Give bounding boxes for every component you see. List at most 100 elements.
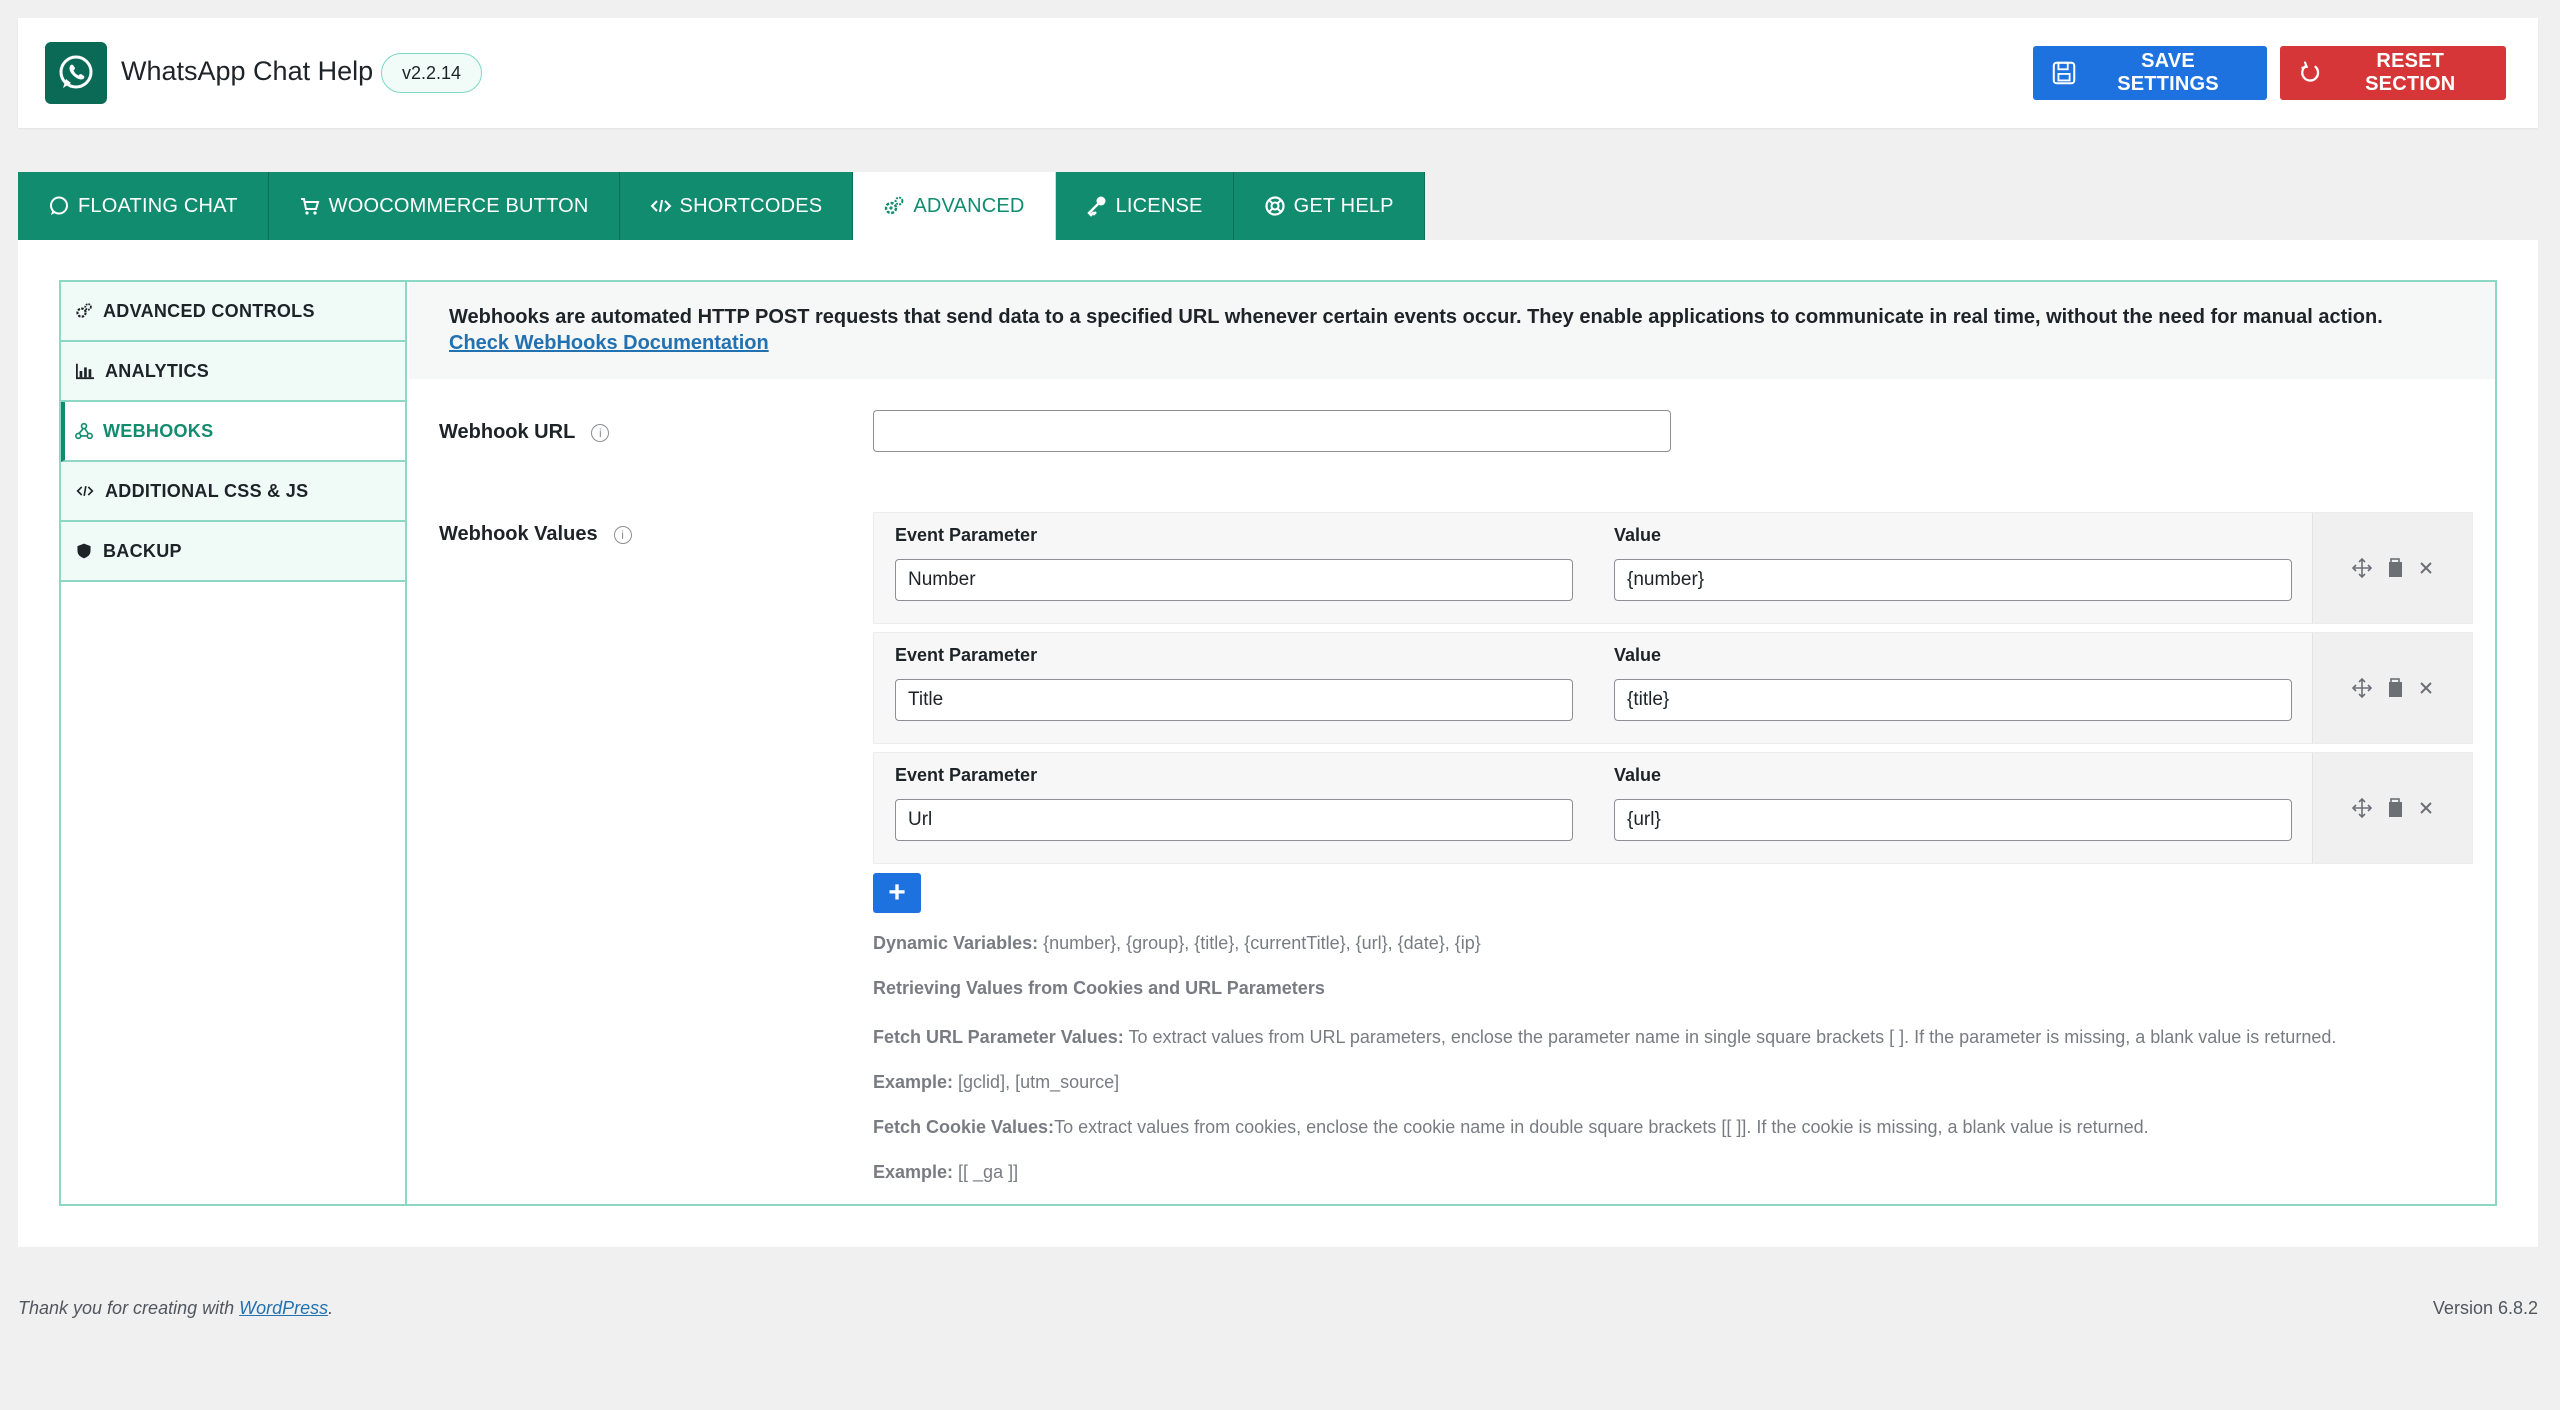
webhook-url-label-group: Webhook URL i: [439, 421, 610, 444]
whatsapp-icon: [50, 196, 68, 215]
retrieving-values-title: Retrieving Values from Cookies and URL P…: [873, 978, 1325, 998]
value-input[interactable]: {url}: [1614, 799, 2292, 841]
settings-inner-box: ADVANCED CONTROLS ANALYTICS WEBHOOKS ADD…: [59, 280, 2497, 1206]
close-icon[interactable]: [2418, 560, 2434, 576]
example-url-help: Example: [gclid], [utm_source]: [873, 1072, 1119, 1093]
tab-label: ADVANCED: [913, 194, 1025, 217]
sidebar-item-backup[interactable]: BACKUP: [61, 522, 405, 582]
webhook-value-row: Event Parameter Title Value {title}: [873, 632, 2473, 744]
main-tabs: FLOATING CHAT WOOCOMMERCE BUTTON SHORTCO…: [18, 172, 1425, 240]
info-icon[interactable]: i: [613, 525, 632, 544]
fetch-url-label: Fetch URL Parameter Values:: [873, 1027, 1124, 1047]
shield-icon: [77, 543, 91, 559]
webhook-values-rows: Event Parameter Number Value {number} Ev…: [873, 512, 2473, 872]
event-parameter-input[interactable]: Url: [895, 799, 1573, 841]
webhook-url-label: Webhook URL: [439, 421, 576, 443]
lifebuoy-icon: [1264, 196, 1285, 216]
chart-icon: [76, 363, 94, 380]
value-label: Value: [1614, 525, 1662, 545]
footer-period: .: [328, 1298, 334, 1318]
tab-floating-chat[interactable]: FLOATING CHAT: [18, 172, 269, 240]
event-parameter-label: Event Parameter: [895, 645, 1038, 665]
documentation-link[interactable]: Check WebHooks Documentation: [449, 332, 769, 354]
gears-icon: [885, 196, 904, 215]
row-actions: [2312, 753, 2472, 863]
wordpress-link[interactable]: WordPress: [239, 1298, 328, 1318]
sidebar-item-additional-css-js[interactable]: ADDITIONAL CSS & JS: [61, 462, 405, 522]
sidebar-item-label: ANALYTICS: [105, 360, 210, 381]
plugin-header: WhatsApp Chat Help v2.2.14 SAVE SETTINGS…: [18, 18, 2538, 128]
example-cookie-help: Example: [[ _ga ]]: [873, 1162, 1018, 1183]
version-badge: v2.2.14: [381, 53, 483, 93]
sidebar-item-label: BACKUP: [103, 540, 182, 561]
sidebar-item-label: ADDITIONAL CSS & JS: [105, 480, 309, 501]
dynamic-variables-text: {number}, {group}, {title}, {currentTitl…: [1038, 933, 1481, 953]
webhook-url-input[interactable]: [873, 410, 1671, 452]
event-parameter-input[interactable]: Title: [895, 679, 1573, 721]
key-icon: [1086, 196, 1106, 217]
sidebar-item-webhooks[interactable]: WEBHOOKS: [61, 402, 405, 462]
reset-icon: [2301, 61, 2320, 82]
move-icon[interactable]: [2351, 558, 2372, 578]
save-icon: [2052, 61, 2076, 85]
tab-get-help[interactable]: GET HELP: [1233, 172, 1425, 240]
event-parameter-input[interactable]: Number: [895, 559, 1573, 601]
fetch-cookie-label: Fetch Cookie Values:: [873, 1117, 1055, 1137]
advanced-sidebar: ADVANCED CONTROLS ANALYTICS WEBHOOKS ADD…: [61, 282, 407, 1204]
webhook-values-label: Webhook Values: [439, 523, 598, 545]
reset-section-label: RESET SECTION: [2365, 50, 2456, 95]
example-label: Example:: [873, 1072, 954, 1092]
webhook-value-row: Event Parameter Number Value {number}: [873, 512, 2473, 624]
fetch-url-help: Fetch URL Parameter Values: To extract v…: [873, 1027, 2336, 1048]
tab-label: GET HELP: [1293, 194, 1394, 217]
value-input[interactable]: {title}: [1614, 679, 2292, 721]
whatsapp-logo-icon: [45, 42, 107, 104]
code-icon: [76, 485, 94, 497]
duplicate-icon[interactable]: [2386, 558, 2404, 578]
event-parameter-label: Event Parameter: [895, 525, 1038, 545]
move-icon[interactable]: [2351, 798, 2372, 818]
webhooks-notice: Webhooks are automated HTTP POST request…: [409, 282, 2495, 379]
info-icon[interactable]: i: [591, 423, 610, 442]
close-icon[interactable]: [2418, 680, 2434, 696]
close-icon[interactable]: [2418, 800, 2434, 816]
example-label: Example:: [873, 1162, 954, 1182]
row-actions: [2312, 633, 2472, 743]
tab-label: WOOCOMMERCE BUTTON: [328, 194, 589, 217]
value-label: Value: [1614, 645, 1662, 665]
webhook-value-row: Event Parameter Url Value {url}: [873, 752, 2473, 864]
settings-panel: ADVANCED CONTROLS ANALYTICS WEBHOOKS ADD…: [18, 240, 2538, 1247]
webhook-icon: [75, 422, 93, 440]
tab-woocommerce-button[interactable]: WOOCOMMERCE BUTTON: [268, 172, 620, 240]
sidebar-item-advanced-controls[interactable]: ADVANCED CONTROLS: [61, 282, 405, 342]
app-title: WhatsApp Chat Help: [121, 56, 374, 86]
notice-text: Webhooks are automated HTTP POST request…: [449, 306, 2383, 328]
save-settings-label: SAVE SETTINGS: [2117, 50, 2219, 95]
duplicate-icon[interactable]: [2386, 798, 2404, 818]
value-label: Value: [1614, 765, 1662, 785]
footer-thanks-text: Thank you for creating with: [18, 1298, 240, 1318]
tab-shortcodes[interactable]: SHORTCODES: [619, 172, 854, 240]
example-cookie-text: [[ _ga ]]: [953, 1162, 1019, 1182]
example-url-text: [gclid], [utm_source]: [953, 1072, 1120, 1092]
tab-label: LICENSE: [1115, 194, 1203, 217]
webhooks-content: Webhooks are automated HTTP POST request…: [409, 282, 2495, 1204]
value-input[interactable]: {number}: [1614, 559, 2292, 601]
add-row-button[interactable]: +: [873, 873, 921, 913]
sidebar-item-analytics[interactable]: ANALYTICS: [61, 342, 405, 402]
save-settings-button[interactable]: SAVE SETTINGS: [2033, 46, 2267, 100]
reset-section-button[interactable]: RESET SECTION: [2280, 46, 2506, 100]
tab-label: SHORTCODES: [679, 194, 823, 217]
duplicate-icon[interactable]: [2386, 678, 2404, 698]
event-parameter-label: Event Parameter: [895, 765, 1038, 785]
tab-license[interactable]: LICENSE: [1055, 172, 1234, 240]
webhook-values-label-group: Webhook Values i: [439, 523, 632, 546]
sidebar-item-label: ADVANCED CONTROLS: [103, 300, 315, 321]
gears-icon: [76, 303, 92, 318]
tab-advanced[interactable]: ADVANCED: [853, 172, 1056, 240]
footer-version: Version 6.8.2: [2432, 1298, 2538, 1318]
fetch-cookie-help: Fetch Cookie Values:To extract values fr…: [873, 1117, 2149, 1138]
fetch-cookie-text: To extract values from cookies, enclose …: [1054, 1117, 2149, 1137]
move-icon[interactable]: [2351, 678, 2372, 698]
cart-icon: [300, 198, 319, 215]
